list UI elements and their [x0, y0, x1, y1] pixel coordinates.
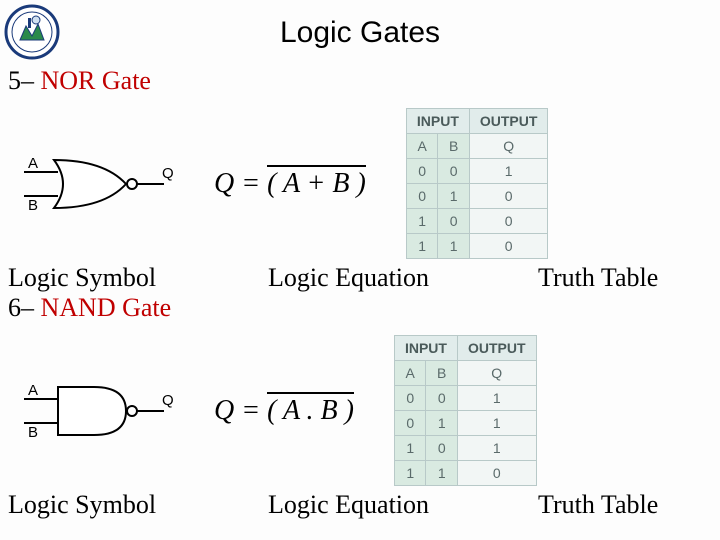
nor-gate-symbol-icon: A B Q	[24, 154, 174, 214]
nand-truth-table: INPUT OUTPUT A B Q 001 011 101 110	[394, 335, 537, 486]
table-row: 001	[406, 159, 548, 184]
nand-number: 6–	[8, 293, 34, 322]
nor-label-table: Truth Table	[538, 263, 658, 293]
institution-logo-icon	[4, 4, 60, 60]
nor-heading: 5– NOR Gate	[8, 66, 720, 96]
nand-gate-symbol-icon: A B Q	[24, 381, 174, 441]
nor-eq-rhs: ( A + B )	[267, 165, 366, 199]
nor-label-equation: Logic Equation	[268, 263, 478, 293]
nor-eq-lhs: Q =	[214, 168, 260, 199]
nand-col-q: Q	[457, 361, 536, 386]
nand-label-symbol: Logic Symbol	[8, 490, 208, 520]
nand-label-equation: Logic Equation	[268, 490, 478, 520]
page-title: Logic Gates	[0, 0, 720, 50]
table-row: 110	[394, 461, 536, 486]
nor-label-symbol: Logic Symbol	[8, 263, 208, 293]
nor-th-output: OUTPUT	[469, 109, 548, 134]
nor-name: NOR Gate	[41, 66, 151, 95]
nand-heading: 6– NAND Gate	[8, 293, 720, 323]
table-row: 110	[406, 234, 548, 259]
nor-row: A B Q Q = ( A + B ) INPUT OUTPUT A B Q 0…	[0, 108, 720, 259]
nor-number: 5–	[8, 66, 34, 95]
nor-equation: Q = ( A + B )	[214, 168, 366, 200]
table-row: 100	[406, 209, 548, 234]
nor-pin-b: B	[28, 197, 38, 214]
nand-col-b: B	[426, 361, 458, 386]
table-row: 010	[406, 184, 548, 209]
nor-labels: Logic Symbol Logic Equation Truth Table	[8, 263, 720, 293]
nand-eq-rhs: ( A . B )	[267, 392, 354, 426]
nand-th-output: OUTPUT	[457, 336, 536, 361]
nand-pin-q: Q	[162, 392, 174, 409]
nor-pin-a: A	[28, 155, 38, 172]
nand-labels: Logic Symbol Logic Equation Truth Table	[8, 490, 720, 520]
nand-pin-b: B	[28, 424, 38, 441]
nand-label-table: Truth Table	[538, 490, 658, 520]
table-row: 101	[394, 436, 536, 461]
nand-name: NAND Gate	[41, 293, 172, 322]
nand-equation: Q = ( A . B )	[214, 395, 354, 427]
nand-col-a: A	[394, 361, 426, 386]
table-row: 011	[394, 411, 536, 436]
table-row: 001	[394, 386, 536, 411]
nand-pin-a: A	[28, 382, 38, 399]
nor-pin-q: Q	[162, 165, 174, 182]
nand-th-input: INPUT	[394, 336, 457, 361]
nand-eq-lhs: Q =	[214, 395, 260, 426]
nor-col-q: Q	[469, 134, 548, 159]
nor-truth-table: INPUT OUTPUT A B Q 001 010 100 110	[406, 108, 549, 259]
nand-row: A B Q Q = ( A . B ) INPUT OUTPUT A B Q 0…	[0, 335, 720, 486]
nor-col-b: B	[438, 134, 470, 159]
nor-col-a: A	[406, 134, 438, 159]
nor-th-input: INPUT	[406, 109, 469, 134]
